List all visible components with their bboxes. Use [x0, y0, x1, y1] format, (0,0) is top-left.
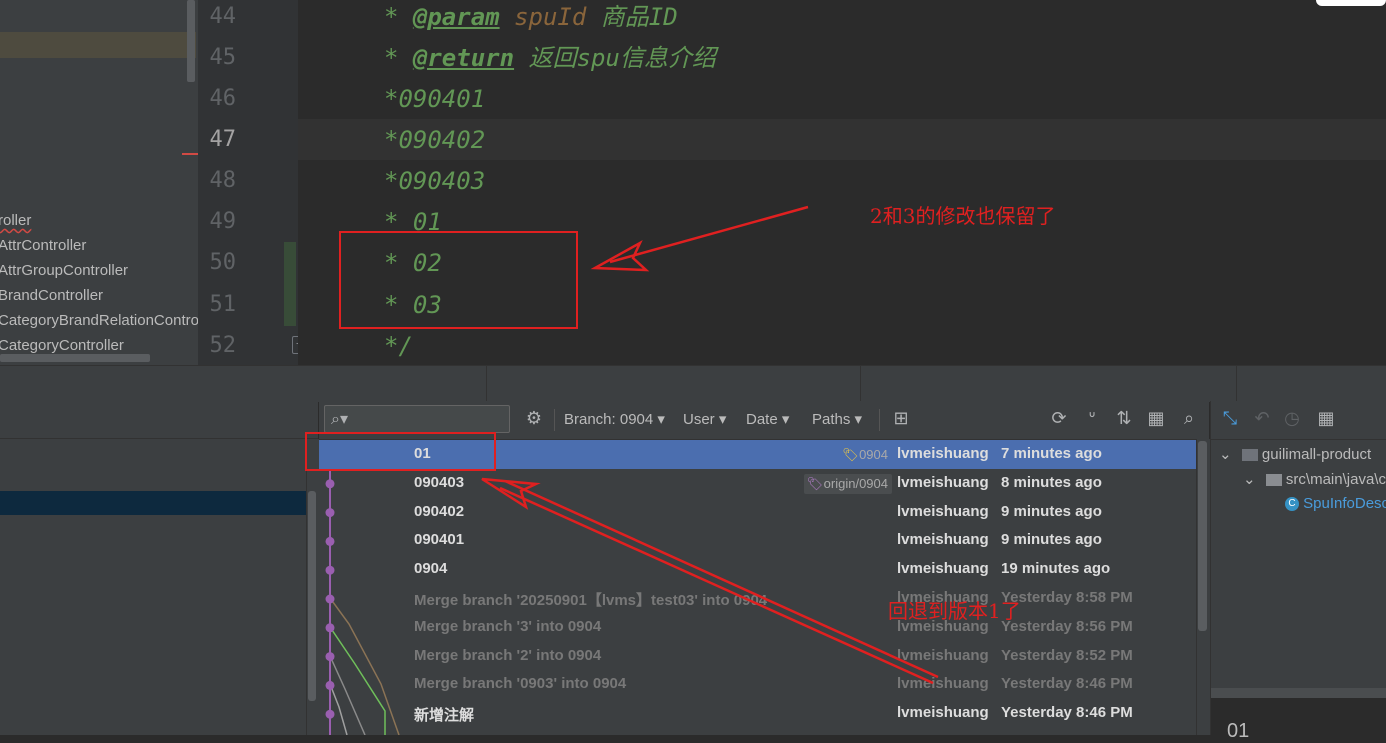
module-icon	[1241, 449, 1258, 462]
changes-folder-label: src\main\java\c	[1285, 471, 1386, 488]
changes-tree-file[interactable]: C SpuInfoDesc	[1285, 495, 1386, 512]
history-icon[interactable]: ◷	[1281, 408, 1303, 429]
revert-icon[interactable]: ↶	[1251, 408, 1273, 429]
changes-tree-folder[interactable]: ⌄ src\main\java\c	[1243, 470, 1386, 488]
changed-files-pane: ⤡ ↶ ◷ ▦ ⌄ guilimall-product ⌄ src\main\j…	[1210, 401, 1386, 742]
expand-icon[interactable]: ⤡	[1219, 408, 1241, 429]
commit-details: 01	[1211, 698, 1386, 742]
changes-tree-root[interactable]: ⌄ guilimall-product	[1219, 445, 1371, 463]
arrow-shaft-log-2	[504, 479, 939, 679]
class-icon: C	[1285, 497, 1299, 512]
chevron-down-icon: ⌄	[1243, 471, 1256, 488]
chevron-down-icon: ⌄	[1219, 446, 1232, 463]
annotation-arrows	[481, 205, 939, 685]
changes-file-label: SpuInfoDesc	[1303, 495, 1386, 512]
commit-details-title: 01	[1227, 720, 1250, 742]
arrow-shaft-editor	[609, 205, 809, 264]
changes-splitter[interactable]	[1211, 688, 1386, 698]
group-icon[interactable]: ▦	[1315, 408, 1337, 429]
arrow-shaft-log	[499, 486, 934, 685]
folder-icon	[1265, 474, 1282, 487]
changes-root-label: guilimall-product	[1261, 446, 1372, 463]
arrow-head-editor	[590, 240, 650, 272]
changes-toolbar: ⤡ ↶ ◷ ▦	[1211, 401, 1386, 440]
